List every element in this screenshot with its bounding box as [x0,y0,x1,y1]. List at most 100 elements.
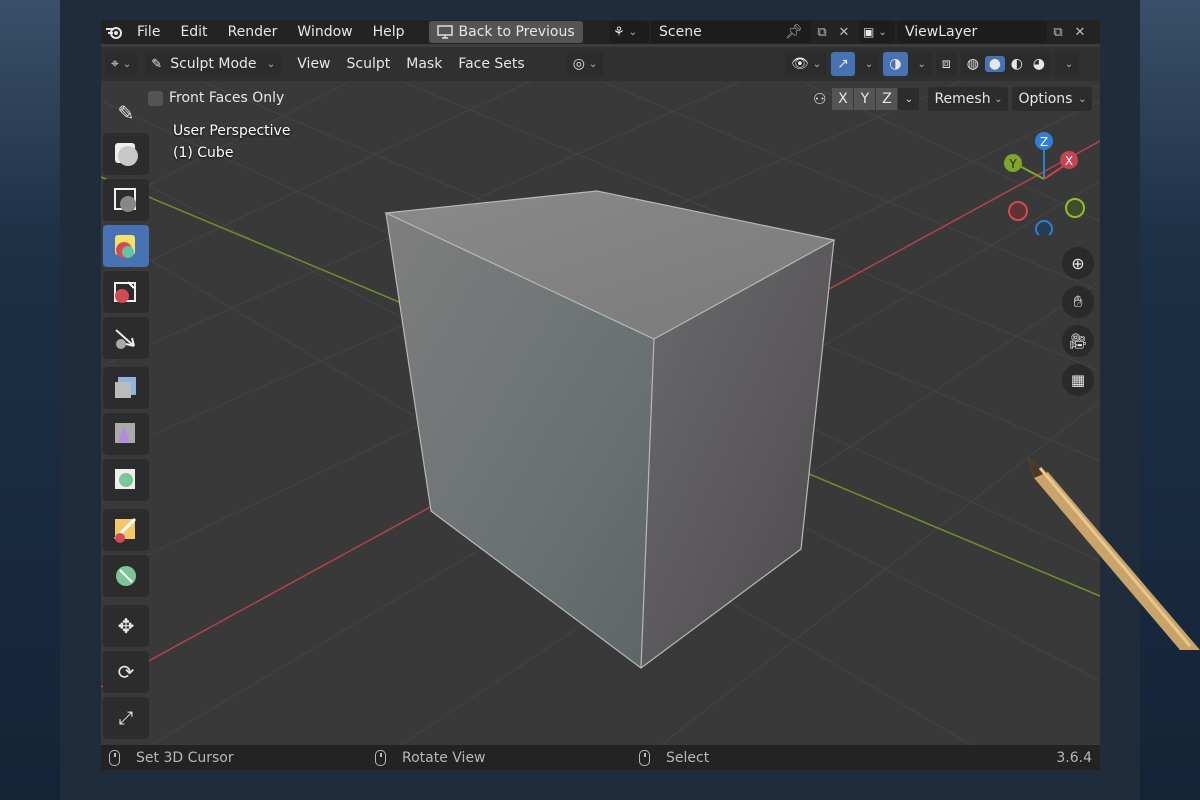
chevron-down-icon: ⌄ [628,26,638,38]
transform-pivot-button[interactable]: ◎ ⌄ [566,52,604,76]
mask-icon [115,377,136,398]
menu-edit[interactable]: Edit [170,20,217,44]
camera-view-button[interactable]: 🎥︎ [1062,325,1094,357]
navigation-gizmo[interactable]: Z Y X [996,125,1096,235]
grab-icon [115,329,135,349]
gizmo-icon: ↗ [837,56,849,72]
mouse-left-icon [109,749,120,766]
ortho-toggle-button[interactable]: ▦ [1062,364,1094,396]
mouse-middle-icon [375,749,386,766]
view-layer-browse-button[interactable]: ▣ ⌄ [859,21,895,43]
viewport-subheader: Front Faces Only ⚇ X Y Z ⌄ Remesh ⌄ Opti… [101,85,1100,111]
lasso-mask-icon [115,469,135,489]
menu-file[interactable]: File [127,20,170,44]
gizmo-y-label: Y [1008,157,1017,171]
symmetry-icon: ⚇ [813,90,827,108]
visibility-button[interactable]: 👁︎ ⌄ [785,52,828,76]
layer-tool[interactable] [103,225,149,267]
viewport-right-controls: 👁︎ ⌄ ↗ ⌄ ◑ ⌄ ⧈ ◍ ● ◐ ◕ ⌄ [781,52,1080,76]
gizmo-z-label: Z [1040,135,1048,149]
wireframe-shading-icon[interactable]: ◍ [963,56,983,72]
draw-tool[interactable]: ✎ [103,97,149,129]
scene-browse-button[interactable]: ⚘ ⌄ [609,21,649,43]
box-mask-icon [115,423,135,443]
options-dropdown[interactable]: Options ⌄ [1012,87,1093,111]
rendered-shading-icon[interactable]: ◕ [1029,56,1049,72]
monitor-icon [436,25,453,39]
overlays-icon: ◑ [889,56,902,72]
menu-view[interactable]: View [289,56,338,72]
grab-tool[interactable] [103,317,149,359]
mask-tool[interactable] [103,367,149,409]
xray-icon: ⧈ [941,56,951,72]
scene-name-field[interactable]: Scene 📌︎ [651,21,811,43]
chevron-down-icon: ⌄ [1064,58,1074,70]
gizmo-dropdown[interactable]: ⌄ [854,52,880,76]
solid-shading-icon[interactable]: ● [984,56,1005,72]
new-scene-icon[interactable]: ⧉ [811,21,833,43]
menu-face-sets[interactable]: Face Sets [450,56,532,72]
view-layer-name-field[interactable]: ViewLayer [897,21,1047,43]
version-label: 3.6.4 [1056,749,1092,766]
mesh-filter-icon [116,566,136,586]
box-mask-tool[interactable] [103,413,149,455]
menu-sculpt[interactable]: Sculpt [339,56,399,72]
mirror-x-toggle[interactable]: X [832,88,854,110]
menu-help[interactable]: Help [363,20,415,44]
view-layer-selector: ▣ ⌄ ViewLayer ⧉ ✕ [859,21,1091,43]
move-tool[interactable]: ✥ [103,605,149,647]
overlays-toggle-button[interactable]: ◑ [883,52,908,76]
menu-mask[interactable]: Mask [398,56,450,72]
blender-logo-icon[interactable] [101,20,127,44]
rotate-icon: ⟳ [117,660,135,684]
pin-icon[interactable]: 📌︎ [785,24,803,40]
editor-type-button[interactable]: ⌖ ⌄ [105,52,138,76]
face-set-tool[interactable] [103,509,149,551]
scale-tool[interactable]: ⤢ [103,697,149,739]
cube-mesh [383,190,836,669]
face-set-icon [113,517,137,543]
snake-hook-tool[interactable] [103,271,149,313]
viewport-header: ⌖ ⌄ ✎ Sculpt Mode ⌄ View Sculpt Mask Face… [101,47,1100,81]
clay-strips-tool[interactable] [103,133,149,175]
menu-window[interactable]: Window [287,20,362,44]
mirror-y-toggle[interactable]: Y [854,88,876,110]
tool-shelf: ✎ ✥ ⟳ ⤢ [103,97,151,743]
chevron-down-icon: ⌄ [588,58,598,70]
xray-toggle-button[interactable]: ⧈ [935,52,957,76]
shading-dropdown[interactable]: ⌄ [1054,52,1080,76]
mesh-filter-tool[interactable] [103,555,149,597]
shading-mode-group: ◍ ● ◐ ◕ [960,52,1051,76]
remesh-label: Remesh [934,91,991,107]
draw-brush-icon: ✎ [117,101,135,125]
view-layer-name: ViewLayer [905,24,978,40]
zoom-button[interactable]: ⊕ [1062,247,1094,279]
chevron-down-icon: ⌄ [266,58,276,70]
camera-icon: 🎥︎ [1068,332,1088,350]
remesh-dropdown[interactable]: Remesh ⌄ [928,87,1009,111]
rotate-tool[interactable]: ⟳ [103,651,149,693]
scene-selector: ⚘ ⌄ Scene 📌︎ ⧉ ✕ [609,21,859,43]
mode-label: Sculpt Mode [170,56,257,72]
chevron-down-icon: ⌄ [917,58,926,70]
menu-render[interactable]: Render [218,20,288,44]
close-view-layer-icon[interactable]: ✕ [1069,21,1091,43]
mirror-z-toggle[interactable]: Z [876,88,898,110]
overlays-dropdown[interactable]: ⌄ [907,52,932,76]
status-rotate-view: Rotate View [402,749,486,766]
mode-selector[interactable]: ✎ Sculpt Mode ⌄ [145,52,282,76]
gizmo-toggle-button[interactable]: ↗ [831,52,855,76]
close-scene-icon[interactable]: ✕ [833,21,855,43]
chevron-down-icon[interactable]: ⌄ [898,88,920,110]
clay-strips-icon [115,143,138,166]
status-left: Set 3D Cursor [109,749,234,766]
status-bar: Set 3D Cursor Rotate View Select 3.6.4 [101,745,1100,770]
back-to-previous-button[interactable]: Back to Previous [428,21,583,43]
pan-button[interactable]: ✋︎ [1062,286,1094,318]
smooth-tool[interactable] [103,179,149,221]
new-view-layer-icon[interactable]: ⧉ [1047,21,1069,43]
material-shading-icon[interactable]: ◐ [1007,56,1027,72]
view-layer-icon: ▣ [863,25,875,39]
lasso-mask-tool[interactable] [103,459,149,501]
3d-viewport[interactable]: Front Faces Only ⚇ X Y Z ⌄ Remesh ⌄ Opti… [101,81,1100,745]
